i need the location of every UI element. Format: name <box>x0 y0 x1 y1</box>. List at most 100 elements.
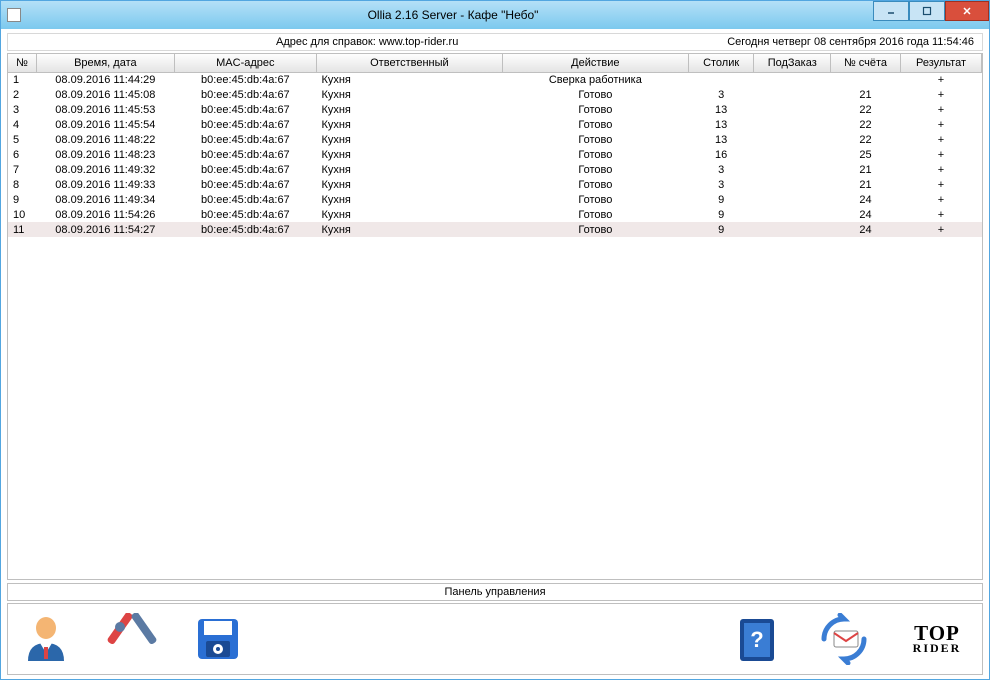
col-bill[interactable]: № счёта <box>831 54 901 72</box>
col-table[interactable]: Столик <box>688 54 754 72</box>
table-header-row: № Время, дата MAC-адрес Ответственный Де… <box>8 54 982 72</box>
table-row[interactable]: 708.09.2016 11:49:32b0:ee:45:db:4a:67Кух… <box>8 162 982 177</box>
col-result[interactable]: Результат <box>901 54 982 72</box>
maximize-button[interactable] <box>909 1 945 21</box>
cell: 3 <box>688 162 754 177</box>
cell: 9 <box>688 192 754 207</box>
cell <box>754 132 831 147</box>
cell: Готово <box>502 147 688 162</box>
toolbar-right: ? TOP RIDER <box>730 611 972 667</box>
cell: Кухня <box>316 102 502 117</box>
user-icon <box>20 613 72 665</box>
cell: b0:ee:45:db:4a:67 <box>174 177 316 192</box>
cell: 5 <box>8 132 36 147</box>
content-area: Адрес для справок: www.top-rider.ru Сего… <box>1 29 989 679</box>
cell: b0:ee:45:db:4a:67 <box>174 87 316 102</box>
table-row[interactable]: 408.09.2016 11:45:54b0:ee:45:db:4a:67Кух… <box>8 117 982 132</box>
col-suborder[interactable]: ПодЗаказ <box>754 54 831 72</box>
app-window: Ollia 2.16 Server - Кафе "Небо" Адрес дл… <box>0 0 990 680</box>
cell <box>754 147 831 162</box>
save-button[interactable] <box>190 611 246 667</box>
cell: 13 <box>688 117 754 132</box>
cell: 16 <box>688 147 754 162</box>
cell: b0:ee:45:db:4a:67 <box>174 222 316 237</box>
cell: + <box>901 132 982 147</box>
table-row[interactable]: 208.09.2016 11:45:08b0:ee:45:db:4a:67Кух… <box>8 87 982 102</box>
cell: 3 <box>8 102 36 117</box>
window-controls <box>873 1 989 21</box>
cell: b0:ee:45:db:4a:67 <box>174 102 316 117</box>
cell: 9 <box>688 207 754 222</box>
cell: 08.09.2016 11:49:34 <box>36 192 174 207</box>
table-row[interactable]: 608.09.2016 11:48:23b0:ee:45:db:4a:67Кух… <box>8 147 982 162</box>
cell: + <box>901 177 982 192</box>
col-responsible[interactable]: Ответственный <box>316 54 502 72</box>
control-panel-label: Панель управления <box>7 583 983 601</box>
cell <box>688 72 754 87</box>
col-num[interactable]: № <box>8 54 36 72</box>
cell: Готово <box>502 87 688 102</box>
cell: Готово <box>502 177 688 192</box>
cell: + <box>901 207 982 222</box>
cell: Кухня <box>316 117 502 132</box>
cell: 08.09.2016 11:49:32 <box>36 162 174 177</box>
floppy-icon <box>192 613 244 665</box>
cell: 24 <box>831 207 901 222</box>
cell: Сверка работника <box>502 72 688 87</box>
cell: Кухня <box>316 162 502 177</box>
toolbar-left <box>18 611 246 667</box>
info-bar: Адрес для справок: www.top-rider.ru Сего… <box>7 33 983 51</box>
cell: 08.09.2016 11:49:33 <box>36 177 174 192</box>
cell: 22 <box>831 102 901 117</box>
col-datetime[interactable]: Время, дата <box>36 54 174 72</box>
cell: 7 <box>8 162 36 177</box>
cell: 9 <box>688 222 754 237</box>
table-row[interactable]: 908.09.2016 11:49:34b0:ee:45:db:4a:67Кух… <box>8 192 982 207</box>
cell: Кухня <box>316 192 502 207</box>
cell: 21 <box>831 87 901 102</box>
log-table-container[interactable]: № Время, дата MAC-адрес Ответственный Де… <box>7 53 983 580</box>
cell: + <box>901 192 982 207</box>
cell: Готово <box>502 207 688 222</box>
cell: 9 <box>8 192 36 207</box>
cell <box>754 117 831 132</box>
mail-button[interactable] <box>816 611 872 667</box>
table-row[interactable]: 308.09.2016 11:45:53b0:ee:45:db:4a:67Кух… <box>8 102 982 117</box>
cell: + <box>901 162 982 177</box>
cell: 8 <box>8 177 36 192</box>
logo[interactable]: TOP RIDER <box>902 611 972 667</box>
cell <box>831 72 901 87</box>
col-mac[interactable]: MAC-адрес <box>174 54 316 72</box>
user-button[interactable] <box>18 611 74 667</box>
cell: 21 <box>831 162 901 177</box>
cell: 08.09.2016 11:54:27 <box>36 222 174 237</box>
cell: b0:ee:45:db:4a:67 <box>174 162 316 177</box>
window-title: Ollia 2.16 Server - Кафе "Небо" <box>27 8 989 22</box>
table-row[interactable]: 808.09.2016 11:49:33b0:ee:45:db:4a:67Кух… <box>8 177 982 192</box>
table-row[interactable]: 1008.09.2016 11:54:26b0:ee:45:db:4a:67Ку… <box>8 207 982 222</box>
titlebar[interactable]: Ollia 2.16 Server - Кафе "Небо" <box>1 1 989 29</box>
cell: + <box>901 102 982 117</box>
cell: Кухня <box>316 72 502 87</box>
cell: Кухня <box>316 132 502 147</box>
close-button[interactable] <box>945 1 989 21</box>
settings-button[interactable] <box>104 611 160 667</box>
cell: 13 <box>688 132 754 147</box>
table-row[interactable]: 108.09.2016 11:44:29b0:ee:45:db:4a:67Кух… <box>8 72 982 87</box>
cell: b0:ee:45:db:4a:67 <box>174 192 316 207</box>
table-row[interactable]: 508.09.2016 11:48:22b0:ee:45:db:4a:67Кух… <box>8 132 982 147</box>
table-row[interactable]: 1108.09.2016 11:54:27b0:ee:45:db:4a:67Ку… <box>8 222 982 237</box>
cell: + <box>901 222 982 237</box>
cell: b0:ee:45:db:4a:67 <box>174 147 316 162</box>
date-label: Сегодня четверг 08 сентября 2016 года 11… <box>727 36 974 48</box>
cell: Готово <box>502 162 688 177</box>
help-button[interactable]: ? <box>730 611 786 667</box>
cell: + <box>901 117 982 132</box>
col-action[interactable]: Действие <box>502 54 688 72</box>
minimize-button[interactable] <box>873 1 909 21</box>
cell <box>754 72 831 87</box>
cell: Готово <box>502 222 688 237</box>
cell: 3 <box>688 177 754 192</box>
cell: 4 <box>8 117 36 132</box>
cell: + <box>901 147 982 162</box>
